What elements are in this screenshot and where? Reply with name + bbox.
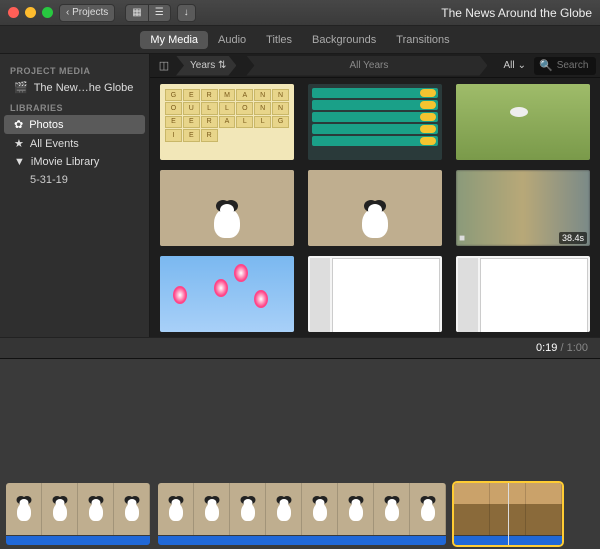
disclosure-icon: ▼ bbox=[14, 156, 25, 168]
clip-frame bbox=[78, 483, 114, 535]
tab-audio[interactable]: Audio bbox=[208, 31, 256, 49]
grid-icon: ▦ bbox=[132, 7, 141, 18]
scope-label: All Years bbox=[349, 60, 388, 71]
clip-frame bbox=[266, 483, 302, 535]
tab-my-media[interactable]: My Media bbox=[140, 31, 208, 49]
list-view-button[interactable]: ☰ bbox=[149, 4, 171, 22]
clip-frame bbox=[302, 483, 338, 535]
import-button[interactable]: ↓ bbox=[177, 4, 196, 22]
playback-time-bar: 0:19 / 1:00 bbox=[0, 337, 600, 359]
media-grid: GERMANNOULLONNEERALLGIER ■ 38.4s bbox=[150, 78, 600, 337]
time-separator: / bbox=[557, 342, 566, 354]
media-thumbnail[interactable] bbox=[308, 84, 442, 160]
sidebar: PROJECT MEDIA 🎬 The New…he Globe LIBRARI… bbox=[0, 54, 150, 337]
sidebar-project-label: The New…he Globe bbox=[34, 82, 134, 94]
media-thumbnail[interactable] bbox=[160, 256, 294, 332]
media-thumbnail[interactable] bbox=[160, 170, 294, 246]
sidebar-item-imovie-library[interactable]: ▼ iMovie Library bbox=[0, 153, 149, 171]
sidebar-toggle-button[interactable]: ◫ bbox=[154, 57, 174, 75]
filter-all-selector[interactable]: All ⌄ bbox=[497, 60, 532, 71]
media-thumbnail[interactable] bbox=[456, 84, 590, 160]
audio-track bbox=[158, 536, 446, 545]
sidebar-section-project: PROJECT MEDIA bbox=[0, 60, 149, 78]
clip-frame bbox=[338, 483, 374, 535]
sidebar-item-all-events[interactable]: ★ All Events bbox=[0, 134, 149, 153]
grid-view-button[interactable]: ▦ bbox=[125, 4, 148, 22]
download-icon: ↓ bbox=[184, 7, 189, 18]
timeline[interactable] bbox=[0, 359, 600, 549]
clip-frame bbox=[526, 483, 562, 535]
media-tabs: My MediaAudioTitlesBackgroundsTransition… bbox=[0, 26, 600, 54]
scope-breadcrumb[interactable]: All Years bbox=[246, 56, 487, 76]
video-icon: ■ bbox=[459, 233, 465, 244]
sidebar-item-label: 5-31-19 bbox=[30, 174, 68, 186]
sidebar-item-label: All Events bbox=[30, 138, 79, 150]
clip-frame bbox=[158, 483, 194, 535]
search-icon: 🔍 bbox=[539, 59, 553, 72]
media-thumbnail[interactable]: GERMANNOULLONNEERALLGIER bbox=[160, 84, 294, 160]
search-field[interactable]: 🔍 bbox=[534, 57, 596, 75]
flower-icon: ✿ bbox=[14, 118, 23, 131]
list-icon: ☰ bbox=[155, 7, 164, 18]
sidebar-item-5-31-19[interactable]: 5-31-19 bbox=[0, 171, 149, 189]
star-icon: ★ bbox=[14, 137, 24, 150]
sidebar-icon: ◫ bbox=[159, 59, 169, 72]
back-to-projects-button[interactable]: ‹ Projects bbox=[59, 4, 115, 22]
media-thumbnail[interactable] bbox=[456, 256, 590, 332]
clip-frame bbox=[6, 483, 42, 535]
media-thumbnail[interactable]: ■ 38.4s bbox=[456, 170, 590, 246]
media-thumbnail[interactable] bbox=[308, 256, 442, 332]
timeline-track[interactable] bbox=[0, 475, 600, 549]
total-time: 1:00 bbox=[567, 342, 588, 354]
filter-bar: ◫ Years ⇅ All Years All ⌄ 🔍 bbox=[150, 54, 600, 78]
group-by-label: Years bbox=[190, 60, 215, 71]
timeline-clip[interactable] bbox=[158, 483, 446, 545]
clip-frame bbox=[374, 483, 410, 535]
search-input[interactable] bbox=[557, 60, 597, 71]
sidebar-project-item[interactable]: 🎬 The New…he Globe bbox=[0, 78, 149, 97]
group-by-selector[interactable]: Years ⇅ bbox=[176, 56, 236, 76]
window-controls bbox=[8, 7, 53, 18]
fullscreen-window-button[interactable] bbox=[42, 7, 53, 18]
current-time: 0:19 bbox=[536, 342, 557, 354]
timeline-empty-area bbox=[0, 359, 600, 475]
clip-frame bbox=[230, 483, 266, 535]
timeline-clip[interactable] bbox=[454, 483, 562, 545]
media-thumbnail[interactable] bbox=[308, 170, 442, 246]
chevron-down-icon: ⌄ bbox=[518, 60, 526, 71]
clip-frame bbox=[454, 483, 490, 535]
sidebar-item-label: Photos bbox=[29, 119, 63, 131]
titlebar: ‹ Projects ▦ ☰ ↓ The News Around the Glo… bbox=[0, 0, 600, 26]
clip-frame bbox=[42, 483, 78, 535]
filter-all-label: All bbox=[503, 60, 514, 71]
clip-frame bbox=[114, 483, 150, 535]
sort-arrows-icon: ⇅ bbox=[218, 60, 226, 71]
tab-titles[interactable]: Titles bbox=[256, 31, 302, 49]
chevron-left-icon: ‹ bbox=[66, 7, 69, 18]
duration-badge: 38.4s bbox=[559, 232, 587, 244]
main-area: PROJECT MEDIA 🎬 The New…he Globe LIBRARI… bbox=[0, 54, 600, 337]
timeline-clip[interactable] bbox=[6, 483, 150, 545]
content-area: ◫ Years ⇅ All Years All ⌄ 🔍 GERMANNOULLO… bbox=[150, 54, 600, 337]
view-mode-group: ▦ ☰ bbox=[125, 4, 170, 22]
minimize-window-button[interactable] bbox=[25, 7, 36, 18]
clapperboard-icon: 🎬 bbox=[14, 81, 28, 94]
sidebar-section-libraries: LIBRARIES bbox=[0, 97, 149, 115]
project-title: The News Around the Globe bbox=[441, 6, 592, 20]
sidebar-item-label: iMovie Library bbox=[31, 156, 99, 168]
tab-transitions[interactable]: Transitions bbox=[386, 31, 459, 49]
sidebar-item-photos[interactable]: ✿ Photos bbox=[4, 115, 145, 134]
audio-track bbox=[6, 536, 150, 545]
tab-backgrounds[interactable]: Backgrounds bbox=[302, 31, 386, 49]
playhead[interactable] bbox=[508, 483, 509, 545]
close-window-button[interactable] bbox=[8, 7, 19, 18]
back-label: Projects bbox=[72, 7, 108, 18]
clip-frame bbox=[194, 483, 230, 535]
clip-frame bbox=[410, 483, 446, 535]
